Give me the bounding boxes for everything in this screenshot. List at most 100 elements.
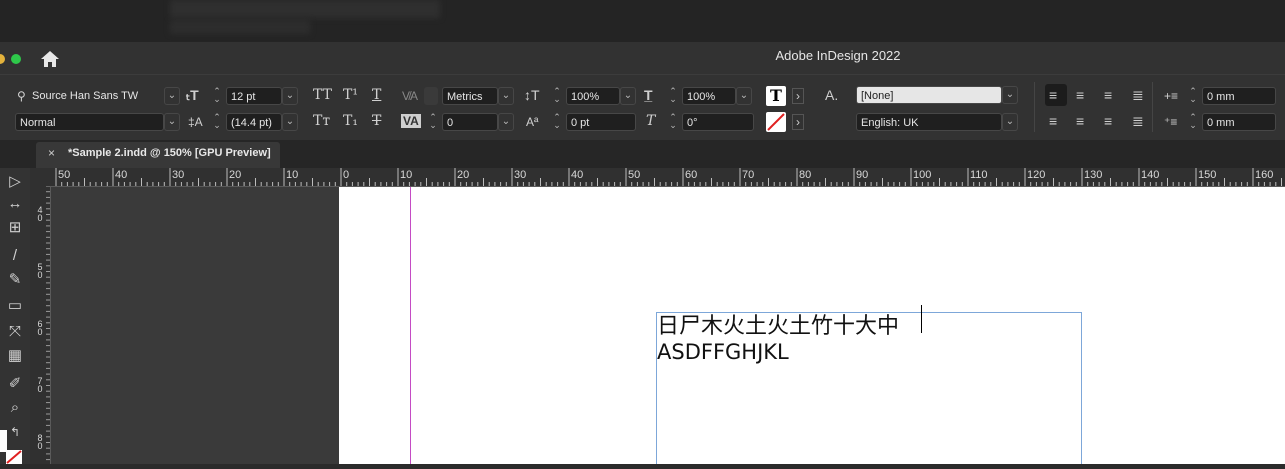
kerning-dropdown[interactable]: ⌄ <box>498 87 514 105</box>
font-size-stepper[interactable]: ⌃ ⌄ <box>212 87 222 104</box>
first-line-indent-field[interactable]: 0 mm <box>1202 113 1276 131</box>
tracking-stepper[interactable]: ⌃ ⌄ <box>428 113 438 130</box>
pencil-tool-icon[interactable]: ✎ <box>4 270 26 290</box>
leading-field[interactable]: (14.4 pt) <box>226 113 282 131</box>
first-line-indent-icon: ⁺≡ <box>1164 115 1178 129</box>
underline-button[interactable]: T <box>372 87 381 103</box>
leading-stepper[interactable]: ⌃ ⌄ <box>212 113 222 130</box>
ruler-label: 50 <box>628 169 641 181</box>
vertical-scale-field[interactable]: 100% <box>566 87 620 105</box>
all-caps-button[interactable]: TT <box>313 87 332 103</box>
leading-dropdown[interactable]: ⌄ <box>282 113 298 131</box>
kerning-icon: V̸A <box>402 89 419 103</box>
ruler-label: 140 <box>1141 169 1160 181</box>
ruler-label: 160 <box>1255 169 1274 181</box>
font-search-icon[interactable]: ⚲ <box>17 88 26 104</box>
text-cursor <box>921 305 922 333</box>
rectangle-tool-icon[interactable]: ▭ <box>4 296 26 316</box>
leading-icon: ‡A <box>188 115 203 129</box>
horizontal-scale-stepper[interactable]: ⌃ ⌄ <box>668 87 678 104</box>
character-style-field[interactable]: [None] <box>856 86 1002 104</box>
vertical-scale-stepper[interactable]: ⌃ ⌄ <box>552 87 562 104</box>
baseline-shift-field[interactable]: 0 pt <box>566 113 636 131</box>
swap-colors-icon[interactable]: ↰ <box>4 422 26 442</box>
small-caps-button[interactable]: Tт <box>313 113 330 129</box>
tab-close-icon[interactable]: × <box>48 146 55 160</box>
font-family-field[interactable]: Source Han Sans TW <box>28 87 164 105</box>
subscript-button[interactable]: T₁ <box>343 113 358 129</box>
strikethrough-button[interactable]: T <box>372 113 381 129</box>
pasteboard[interactable] <box>51 187 339 464</box>
ruler-label: 30 <box>172 169 185 181</box>
gap-tool-icon[interactable]: ↔ <box>4 194 26 214</box>
font-style-field[interactable]: Normal <box>15 113 164 131</box>
justify-all-button[interactable]: ≣ <box>1132 113 1144 129</box>
ruler-label: 40 <box>115 169 128 181</box>
ruler-label: 10 <box>286 169 299 181</box>
tracking-field[interactable]: 0 <box>442 113 498 131</box>
font-size-dropdown[interactable]: ⌄ <box>282 87 298 105</box>
language-field[interactable]: English: UK <box>856 113 1002 131</box>
stroke-menu-arrow[interactable]: › <box>792 114 804 130</box>
tracking-dropdown[interactable]: ⌄ <box>498 113 514 131</box>
vertical-scale-icon: ↕T <box>524 87 540 103</box>
zoom-tool-icon[interactable]: ⌕ <box>4 398 26 418</box>
horizontal-scale-dropdown[interactable]: ⌄ <box>736 87 752 105</box>
ruler-label: 0 <box>343 169 350 181</box>
gradient-tool-icon[interactable]: ▦ <box>4 346 26 366</box>
ruler-label: 100 <box>913 169 932 181</box>
skew-field[interactable]: 0° <box>682 113 754 131</box>
stroke-swatch[interactable] <box>6 450 22 464</box>
ruler-label: 20 <box>229 169 242 181</box>
selection-tool-icon[interactable]: ▷ <box>4 172 26 192</box>
default-fill-swatch[interactable] <box>0 430 7 452</box>
ruler-label: 60 <box>685 169 698 181</box>
eyedropper-tool-icon[interactable]: ✐ <box>4 374 26 394</box>
ruler-label: 60 <box>37 319 43 337</box>
font-size-field[interactable]: 12 pt <box>226 87 282 105</box>
justify-right-button[interactable]: ≡ <box>1104 113 1112 129</box>
tools-panel: ▷ ↔ ⊞ / ✎ ▭ ⤧ ▦ ✐ ⌕ ↰ <box>0 168 31 464</box>
ruler-label: 30 <box>514 169 527 181</box>
ruler-label: 50 <box>58 169 71 181</box>
superscript-button[interactable]: T¹ <box>343 87 358 103</box>
app-title: Adobe InDesign 2022 <box>775 48 901 63</box>
free-transform-tool-icon[interactable]: ⤧ <box>4 322 26 342</box>
first-line-indent-stepper[interactable]: ⌃ ⌄ <box>1188 113 1198 130</box>
font-family-dropdown[interactable]: ⌄ <box>164 87 180 105</box>
divider <box>1152 82 1153 132</box>
left-indent-field[interactable]: 0 mm <box>1202 87 1276 105</box>
text-stroke-swatch[interactable] <box>766 112 786 132</box>
align-towards-spine-button[interactable]: ≣ <box>1132 87 1144 103</box>
tracking-icon: VA <box>401 114 421 128</box>
ruler-label: 50 <box>37 262 43 280</box>
vertical-scale-dropdown[interactable]: ⌄ <box>620 87 636 105</box>
ruler-label: 40 <box>37 205 43 223</box>
text-line[interactable]: 日尸木火土火土竹十大中 <box>657 308 899 340</box>
kerning-field[interactable]: Metrics <box>442 87 498 105</box>
ruler-origin[interactable] <box>30 168 50 186</box>
horizontal-scale-field[interactable]: 100% <box>682 87 736 105</box>
justify-center-button[interactable]: ≡ <box>1076 113 1084 129</box>
ruler-label: 80 <box>37 433 43 451</box>
ruler-label: 120 <box>1027 169 1046 181</box>
justify-left-button[interactable]: ≡ <box>1049 113 1057 129</box>
margin-guide <box>410 187 411 464</box>
character-style-dropdown[interactable]: ⌄ <box>1002 86 1018 104</box>
align-center-button[interactable]: ≡ <box>1076 87 1084 103</box>
text-fill-swatch[interactable]: T <box>766 86 786 106</box>
left-indent-stepper[interactable]: ⌃ ⌄ <box>1188 87 1198 104</box>
baseline-shift-stepper[interactable]: ⌃ ⌄ <box>552 113 562 130</box>
kerning-spinner[interactable] <box>424 87 438 105</box>
tab-title[interactable]: *Sample 2.indd @ 150% [GPU Preview] <box>68 147 271 159</box>
window-top-strip <box>0 0 1285 42</box>
font-style-dropdown[interactable]: ⌄ <box>164 113 180 131</box>
ruler-label: 130 <box>1084 169 1103 181</box>
language-dropdown[interactable]: ⌄ <box>1002 113 1018 131</box>
content-collector-icon[interactable]: ⊞ <box>4 218 26 238</box>
align-right-button[interactable]: ≡ <box>1104 87 1112 103</box>
skew-stepper[interactable]: ⌃ ⌄ <box>668 113 678 130</box>
text-line[interactable]: ASDFFGHJKL <box>657 340 789 364</box>
line-tool-icon[interactable]: / <box>4 246 26 266</box>
fill-menu-arrow[interactable]: › <box>792 88 804 104</box>
